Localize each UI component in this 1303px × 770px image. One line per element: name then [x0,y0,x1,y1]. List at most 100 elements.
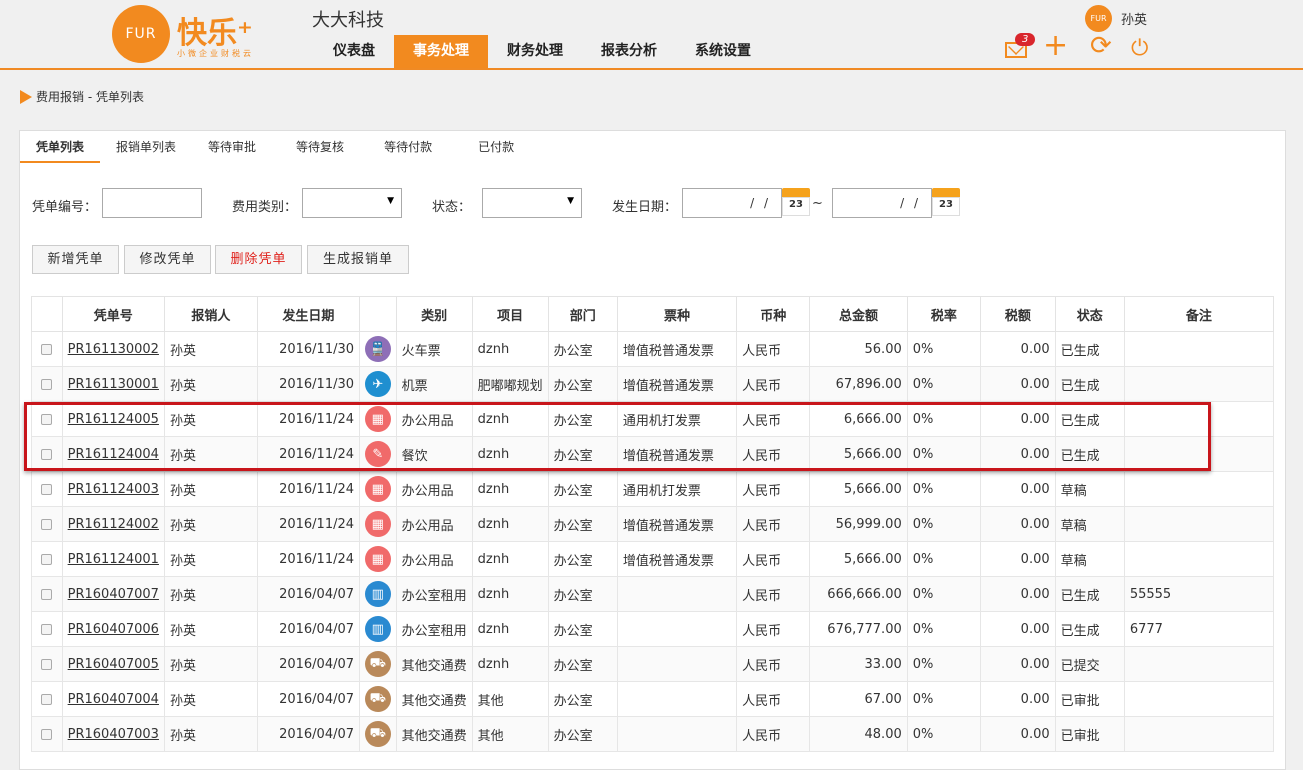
table-row[interactable]: PR161130002 孙英 2016/11/30 🚆 火车票 dznh 办公室 增值税普通发… [31,331,1275,367]
department-cell: 办公室 [547,611,618,647]
table-row[interactable]: PR160407006 孙英 2016/04/07 ▥ 办公室租用 dznh 办公室 人民币 6… [31,611,1275,647]
table-row[interactable]: PR160407007 孙英 2016/04/07 ▥ 办公室租用 dznh 办公室 人民币 6… [31,576,1275,612]
tax-rate-cell: 0% [906,646,982,682]
table-row[interactable]: PR161124005 孙英 2016/11/24 ▦ 办公用品 dznh 办公室 通用机打发… [31,401,1275,437]
power-icon[interactable]: ⏻ [1131,37,1148,61]
note-cell [1123,681,1275,717]
note-cell [1123,541,1275,577]
department-cell: 办公室 [547,716,618,752]
generate-reimbursement-button[interactable]: 生成报销单 [307,245,409,274]
category-cell: 机票 [395,366,473,402]
project-cell: dznh [471,541,549,577]
tab-voucher-list[interactable]: 凭单列表 [20,131,101,163]
voucher-id-cell: PR161124002 [61,506,165,542]
category-icon-cell: ✎ [359,436,397,472]
row-checkbox[interactable] [41,553,53,565]
row-checkbox[interactable] [41,693,53,705]
voucher-id-link[interactable]: PR161124001 [68,552,159,567]
tab-pending-review[interactable]: 等待复核 [280,131,360,163]
category-icon-cell: ▦ [359,541,397,577]
tax-cell: 0.00 [980,436,1056,472]
tax-cell: 0.00 [980,681,1056,717]
row-checkbox[interactable] [41,658,53,670]
row-checkbox[interactable] [41,378,53,390]
ticket-type-cell: 增值税普通发票 [616,506,738,542]
table-row[interactable]: PR160407004 孙英 2016/04/07 ⛟ 其他交通费 其他 办公室 人民币 67.… [31,681,1275,717]
column-header: 报销人 [163,296,258,332]
table-row[interactable]: PR160407005 孙英 2016/04/07 ⛟ 其他交通费 dznh 办公室 人民币 3… [31,646,1275,682]
note-cell: 55555 [1123,576,1275,612]
nav-affairs[interactable]: 事务处理 [394,35,488,68]
breadcrumb-text: 费用报销 - 凭单列表 [36,90,144,104]
note-cell [1123,366,1275,402]
row-checkbox[interactable] [41,448,53,460]
tab-pending-approval[interactable]: 等待审批 [192,131,272,163]
table-row[interactable]: PR161124003 孙英 2016/11/24 ▦ 办公用品 dznh 办公室 通用机打发… [31,471,1275,507]
tab-paid[interactable]: 已付款 [462,131,530,163]
calendar-icon[interactable]: 23 [782,188,810,218]
project-cell: dznh [471,401,549,437]
date-to-input[interactable]: / / [832,188,932,218]
row-checkbox[interactable] [41,518,53,530]
tab-pending-payment[interactable]: 等待付款 [368,131,448,163]
tax-rate-cell: 0% [906,541,982,577]
status-cell: 已生成 [1054,611,1125,647]
row-checkbox[interactable] [41,728,53,740]
delete-voucher-button[interactable]: 删除凭单 [215,245,302,274]
voucher-no-input[interactable] [102,188,202,218]
voucher-id-link[interactable]: PR160407003 [68,727,159,742]
voucher-id-link[interactable]: PR160407005 [68,657,159,672]
row-checkbox[interactable] [41,343,53,355]
voucher-id-cell: PR160407006 [61,611,165,647]
voucher-id-link[interactable]: PR161124002 [68,517,159,532]
edit-voucher-button[interactable]: 修改凭单 [124,245,211,274]
plus-icon[interactable]: + [1043,31,1068,61]
department-cell: 办公室 [547,436,618,472]
table-row[interactable]: PR161130001 孙英 2016/11/30 ✈ 机票 肥嘟嘟规划 办公室 增值税普通发… [31,366,1275,402]
add-voucher-button[interactable]: 新增凭单 [32,245,119,274]
voucher-id-link[interactable]: PR161124003 [68,482,159,497]
row-checkbox[interactable] [41,588,53,600]
row-checkbox[interactable] [41,413,53,425]
nav-finance[interactable]: 财务处理 [488,35,582,68]
tax-rate-cell: 0% [906,366,982,402]
row-checkbox[interactable] [41,623,53,635]
tax-cell: 0.00 [980,401,1056,437]
date-from-input[interactable]: / / [682,188,782,218]
table-row[interactable]: PR161124001 孙英 2016/11/24 ▦ 办公用品 dznh 办公室 增值税普通… [31,541,1275,577]
voucher-id-link[interactable]: PR161124005 [68,412,159,427]
refresh-icon[interactable]: ⟳ [1090,33,1112,59]
tab-reimbursement-list[interactable]: 报销单列表 [100,131,192,163]
currency-cell: 人民币 [736,506,811,542]
main-nav: 仪表盘 事务处理 财务处理 报表分析 系统设置 [314,35,770,68]
person-cell: 孙英 [163,611,258,647]
date-from-value: / / [750,196,771,210]
row-checkbox[interactable] [41,483,53,495]
status-cell: 已生成 [1054,366,1125,402]
table-row[interactable]: PR160407003 孙英 2016/04/07 ⛟ 其他交通费 其他 办公室 人民币 48.… [31,716,1275,752]
voucher-id-link[interactable]: PR161130002 [68,342,159,357]
voucher-no-label: 凭单编号： [32,200,98,215]
amount-cell: 67.00 [809,681,908,717]
voucher-id-link[interactable]: PR160407006 [68,622,159,637]
calendar-icon[interactable]: 23 [932,188,960,218]
voucher-id-link[interactable]: PR160407007 [68,587,159,602]
tax-rate-cell: 0% [906,576,982,612]
category-cell: 办公用品 [395,506,473,542]
voucher-id-link[interactable]: PR161124004 [68,447,159,462]
note-cell: 6777 [1123,611,1275,647]
table-row[interactable]: PR161124004 孙英 2016/11/24 ✎ 餐饮 dznh 办公室 增值税普通发票… [31,436,1275,472]
currency-cell: 人民币 [736,541,811,577]
nav-settings[interactable]: 系统设置 [676,35,770,68]
nav-dashboard[interactable]: 仪表盘 [314,35,394,68]
voucher-id-link[interactable]: PR161130001 [68,377,159,392]
nav-reports[interactable]: 报表分析 [582,35,676,68]
status-select[interactable] [482,188,582,218]
category-icon-cell: ⛟ [359,681,397,717]
expense-type-select[interactable] [302,188,402,218]
voucher-id-link[interactable]: PR160407004 [68,692,159,707]
user-menu[interactable]: FUR 孙英 [1085,5,1147,32]
row-checkbox-cell [31,716,63,752]
table-row[interactable]: PR161124002 孙英 2016/11/24 ▦ 办公用品 dznh 办公室 增值税普通… [31,506,1275,542]
row-checkbox-cell [31,331,63,367]
